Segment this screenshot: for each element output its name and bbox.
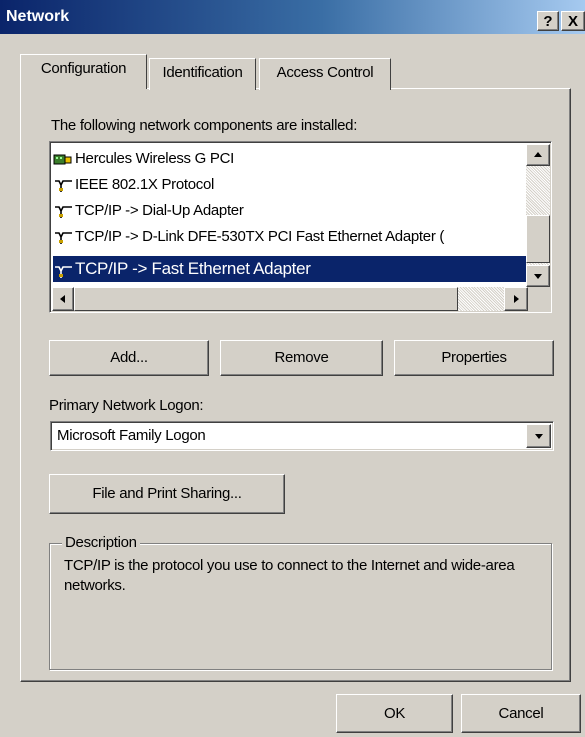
description-text: TCP/IP is the protocol you use to connec…: [64, 557, 515, 594]
list-item-label: TCP/IP -> Fast Ethernet Adapter: [75, 259, 311, 278]
tab-identification[interactable]: Identification: [149, 58, 256, 90]
logon-select[interactable]: Microsoft Family Logon: [50, 421, 554, 451]
scroll-down-button[interactable]: [526, 265, 550, 287]
logon-value: Microsoft Family Logon: [57, 427, 206, 444]
list-item[interactable]: TCP/IP -> D-Link DFE-530TX PCI Fast Ethe…: [53, 224, 444, 250]
cancel-button[interactable]: Cancel: [461, 694, 581, 733]
scroll-thumb[interactable]: [74, 287, 458, 311]
components-list[interactable]: Hercules Wireless G PCI IEEE 802.1X Prot…: [49, 141, 552, 313]
list-item-label: IEEE 802.1X Protocol: [75, 176, 215, 193]
protocol-icon: [53, 176, 73, 193]
protocol-icon: [53, 202, 73, 219]
scroll-left-button[interactable]: [52, 287, 74, 311]
chevron-down-icon: [535, 434, 543, 439]
tab-access-control[interactable]: Access Control: [259, 58, 391, 90]
scroll-thumb[interactable]: [526, 215, 550, 263]
scroll-corner: [528, 287, 550, 311]
list-item-label: TCP/IP -> Dial-Up Adapter: [75, 202, 244, 219]
arrow-right-icon: [514, 295, 519, 303]
protocol-icon: [53, 261, 73, 278]
arrow-up-icon: [534, 152, 542, 157]
horizontal-scrollbar[interactable]: [52, 287, 550, 311]
arrow-down-icon: [534, 274, 542, 279]
scroll-right-button[interactable]: [504, 287, 528, 311]
network-adapter-icon: [53, 150, 73, 165]
file-print-sharing-button[interactable]: File and Print Sharing...: [49, 474, 285, 514]
protocol-icon: [53, 228, 73, 245]
logon-label: Primary Network Logon:: [49, 397, 204, 414]
tab-configuration[interactable]: Configuration: [20, 54, 147, 89]
arrow-left-icon: [60, 295, 65, 303]
properties-button[interactable]: Properties: [394, 340, 554, 376]
list-item[interactable]: Hercules Wireless G PCI: [53, 146, 234, 172]
add-button[interactable]: Add...: [49, 340, 209, 376]
dropdown-button[interactable]: [526, 424, 551, 448]
ok-button[interactable]: OK: [336, 694, 453, 733]
list-item[interactable]: IEEE 802.1X Protocol: [53, 172, 214, 198]
help-button[interactable]: ?: [537, 11, 559, 31]
close-button[interactable]: X: [561, 11, 585, 31]
list-item-label: TCP/IP -> D-Link DFE-530TX PCI Fast Ethe…: [75, 228, 445, 245]
list-item-selected[interactable]: TCP/IP -> Fast Ethernet Adapter: [53, 256, 526, 282]
description-title: Description: [62, 534, 140, 551]
title-bar[interactable]: Network ? X: [0, 0, 585, 34]
components-label: The following network components are ins…: [51, 117, 358, 134]
list-item-label: Hercules Wireless G PCI: [75, 150, 234, 167]
vertical-scrollbar[interactable]: [526, 144, 550, 287]
scroll-up-button[interactable]: [526, 144, 550, 166]
list-item[interactable]: TCP/IP -> Dial-Up Adapter: [53, 198, 244, 224]
window-title: Network: [6, 8, 70, 25]
remove-button[interactable]: Remove: [220, 340, 383, 376]
